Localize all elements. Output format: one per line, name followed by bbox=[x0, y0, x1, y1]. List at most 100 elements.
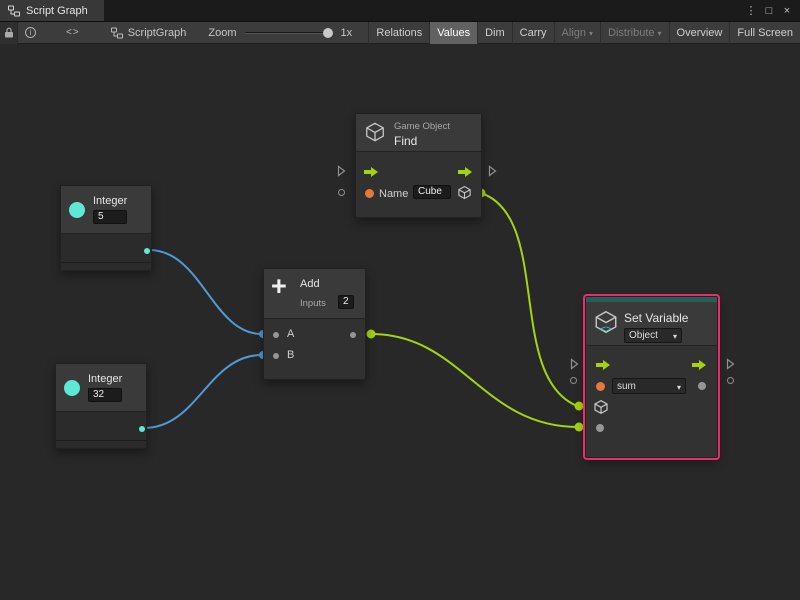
maximize-icon[interactable]: □ bbox=[761, 5, 777, 17]
inspector-toggle[interactable]: i bbox=[18, 22, 43, 44]
node-header: + Add Inputs 2 bbox=[264, 269, 365, 319]
flow-output-port-triangle[interactable] bbox=[488, 165, 497, 177]
code-view-button[interactable]: <> bbox=[59, 22, 87, 44]
inputs-count-field[interactable]: 2 bbox=[338, 295, 354, 309]
wire-endpoint[interactable] bbox=[367, 330, 376, 339]
zoom-group: Zoom 1x bbox=[208, 27, 352, 39]
output-port[interactable] bbox=[144, 248, 150, 254]
variable-name-value: sum bbox=[617, 381, 636, 392]
flow-input-arrow-icon[interactable] bbox=[364, 166, 379, 178]
output-port[interactable] bbox=[350, 332, 356, 338]
name-input-port[interactable] bbox=[365, 189, 374, 198]
node-body bbox=[61, 234, 151, 262]
node-title: Integer bbox=[93, 195, 127, 207]
plus-icon: + bbox=[271, 273, 287, 300]
flow-input-port-triangle[interactable] bbox=[337, 165, 346, 177]
lock-toggle[interactable] bbox=[0, 22, 18, 44]
zoom-value: 1x bbox=[341, 27, 353, 39]
flow-output-arrow-icon[interactable] bbox=[458, 166, 473, 178]
flow-input-arrow-icon[interactable] bbox=[596, 359, 611, 371]
wire-integer5-to-add-a[interactable] bbox=[149, 250, 262, 334]
node-category: Game Object bbox=[394, 121, 450, 132]
gameobject-cube-icon bbox=[364, 121, 386, 143]
node-header: Game Object Find bbox=[356, 114, 481, 152]
flow-output-arrow-icon[interactable] bbox=[692, 359, 707, 371]
node-integer-1[interactable]: Integer 5 bbox=[60, 185, 152, 271]
value-input-port[interactable] bbox=[596, 424, 604, 432]
values-button[interactable]: Values bbox=[429, 22, 477, 44]
node-footer bbox=[56, 440, 146, 448]
fullscreen-button[interactable]: Full Screen bbox=[729, 22, 800, 44]
variable-kind-dropdown[interactable]: Object ▾ bbox=[624, 328, 682, 343]
graph-name: ScriptGraph bbox=[128, 27, 187, 39]
value-input-port-circle[interactable] bbox=[570, 377, 577, 384]
input-port-a[interactable] bbox=[273, 332, 279, 338]
integer-type-icon bbox=[69, 202, 85, 218]
node-gameobject-find[interactable]: Game Object Find Name Cube bbox=[355, 113, 482, 218]
inputs-label: Inputs bbox=[300, 298, 326, 309]
integer-value-field[interactable]: 32 bbox=[88, 388, 122, 402]
node-header: <> Set Variable Object ▾ bbox=[586, 302, 717, 346]
flow-input-port-triangle[interactable] bbox=[570, 358, 579, 370]
input-port-b[interactable] bbox=[273, 353, 279, 359]
wire-find-to-setvariable-object[interactable] bbox=[481, 193, 577, 406]
target-object-input-cube-icon[interactable] bbox=[593, 399, 609, 415]
distribute-label: Distribute bbox=[608, 27, 654, 39]
zoom-slider-knob[interactable] bbox=[323, 28, 333, 38]
graph-icon bbox=[8, 5, 20, 17]
info-icon: i bbox=[25, 27, 36, 38]
node-set-variable[interactable]: <> Set Variable Object ▾ sum ▾ bbox=[585, 296, 718, 458]
gameobject-output-cube-icon[interactable] bbox=[457, 185, 472, 200]
wire-endpoint[interactable] bbox=[575, 423, 584, 432]
integer-type-icon bbox=[64, 380, 80, 396]
wire-endpoint[interactable] bbox=[575, 402, 584, 411]
graph-breadcrumb[interactable]: ScriptGraph bbox=[111, 27, 187, 39]
flow-output-port-triangle[interactable] bbox=[726, 358, 735, 370]
value-output-port[interactable] bbox=[698, 382, 706, 390]
lock-icon bbox=[4, 27, 14, 38]
window-titlebar: Script Graph ⋮ □ × bbox=[0, 0, 800, 22]
wire-add-to-setvariable-value[interactable] bbox=[371, 334, 578, 427]
value-input-port-circle[interactable] bbox=[338, 189, 345, 196]
overview-button[interactable]: Overview bbox=[669, 22, 730, 44]
node-header: Integer 32 bbox=[56, 364, 146, 412]
close-icon[interactable]: × bbox=[779, 5, 795, 17]
node-title: Set Variable bbox=[624, 311, 688, 325]
align-dropdown[interactable]: Align ▾ bbox=[554, 22, 600, 44]
distribute-dropdown[interactable]: Distribute ▾ bbox=[600, 22, 668, 44]
carry-button[interactable]: Carry bbox=[512, 22, 554, 44]
toolbar-buttons: Relations Values Dim Carry Align ▾ Distr… bbox=[368, 22, 800, 44]
tab-title: Script Graph bbox=[26, 5, 88, 17]
variable-name-input-port[interactable] bbox=[596, 382, 605, 391]
port-label-a: A bbox=[287, 328, 294, 340]
node-integer-2[interactable]: Integer 32 bbox=[55, 363, 147, 449]
relations-button[interactable]: Relations bbox=[368, 22, 429, 44]
node-title: Add bbox=[300, 278, 320, 290]
graph-canvas[interactable]: Integer 5 Integer 32 + bbox=[0, 44, 800, 600]
integer-value-field[interactable]: 5 bbox=[93, 210, 127, 224]
dropdown-arrow-icon: ▾ bbox=[673, 332, 677, 341]
zoom-slider-track bbox=[245, 32, 333, 34]
node-footer bbox=[61, 262, 151, 270]
set-variable-icon: <> bbox=[593, 309, 619, 335]
svg-text:<>: <> bbox=[600, 324, 612, 335]
name-value-field[interactable]: Cube bbox=[413, 185, 451, 199]
value-output-port-circle[interactable] bbox=[727, 377, 734, 384]
dropdown-arrow-icon: ▾ bbox=[677, 383, 681, 392]
node-add[interactable]: + Add Inputs 2 A B bbox=[263, 268, 366, 380]
name-label: Name bbox=[379, 188, 408, 200]
dropdown-arrow-icon: ▾ bbox=[589, 29, 593, 38]
window-controls: ⋮ □ × bbox=[743, 0, 800, 21]
dim-button[interactable]: Dim bbox=[477, 22, 512, 44]
node-body bbox=[56, 412, 146, 440]
wire-integer32-to-add-b[interactable] bbox=[144, 355, 262, 428]
variable-name-dropdown[interactable]: sum ▾ bbox=[612, 378, 686, 394]
zoom-slider[interactable] bbox=[245, 27, 333, 39]
graph-toolbar: i <> ScriptGraph Zoom 1x Relations Value… bbox=[0, 22, 800, 44]
output-port[interactable] bbox=[139, 426, 145, 432]
node-title: Find bbox=[394, 134, 417, 148]
kebab-menu-icon[interactable]: ⋮ bbox=[743, 4, 759, 17]
tab-script-graph[interactable]: Script Graph bbox=[0, 0, 104, 21]
dropdown-arrow-icon: ▾ bbox=[658, 29, 662, 38]
zoom-label: Zoom bbox=[208, 27, 236, 39]
